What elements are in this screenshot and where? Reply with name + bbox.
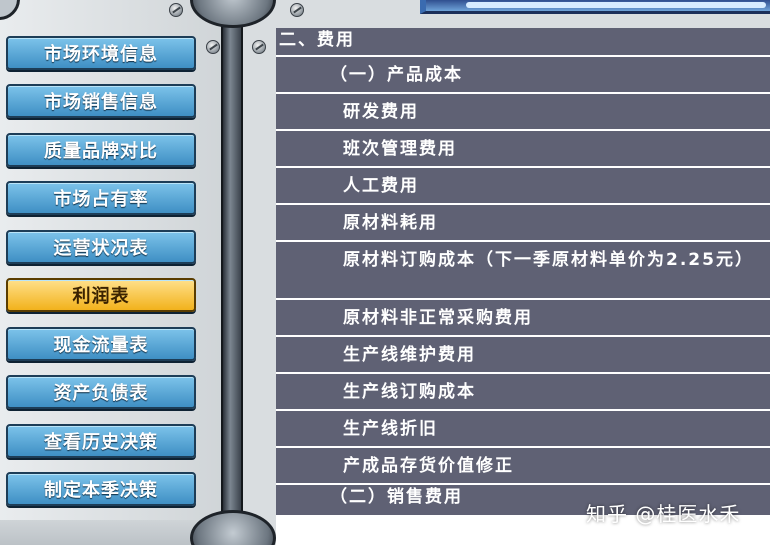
center-pillar xyxy=(221,0,243,545)
menu-button-history-decisions[interactable]: 查看历史决策 xyxy=(6,424,196,458)
menu-button-cash-flow[interactable]: 现金流量表 xyxy=(6,327,196,361)
screw-icon xyxy=(290,3,304,17)
table-row: 研发费用 xyxy=(276,94,770,129)
screw-icon xyxy=(169,3,183,17)
menu-button-profit-statement[interactable]: 利润表 xyxy=(6,278,196,312)
menu-button-market-sales[interactable]: 市场销售信息 xyxy=(6,84,196,118)
table-row: 生产线折旧 xyxy=(276,411,770,446)
screw-icon xyxy=(252,40,266,54)
profit-statement-table: 二、费用 （一）产品成本 研发费用 班次管理费用 人工费用 原材料耗用 原材料订… xyxy=(276,28,770,545)
table-row: 二、费用 xyxy=(276,28,770,55)
corner-decoration-top xyxy=(0,0,20,20)
menu-button-market-share[interactable]: 市场占有率 xyxy=(6,181,196,215)
table-row: 原材料耗用 xyxy=(276,205,770,240)
table-row: 原材料非正常采购费用 xyxy=(276,300,770,335)
table-row: 生产线维护费用 xyxy=(276,337,770,372)
table-row: 生产线订购成本 xyxy=(276,374,770,409)
top-decorative-bar xyxy=(420,0,770,14)
table-row: 班次管理费用 xyxy=(276,131,770,166)
menu-button-make-decision[interactable]: 制定本季决策 xyxy=(6,472,196,506)
menu-button-balance-sheet[interactable]: 资产负债表 xyxy=(6,375,196,409)
table-row: 产成品存货价值修正 xyxy=(276,448,770,483)
menu-button-quality-brand[interactable]: 质量品牌对比 xyxy=(6,133,196,167)
table-row: 原材料订购成本（下一季原材料单价为2.25元） xyxy=(276,242,770,298)
left-menu-panel: 市场环境信息 市场销售信息 质量品牌对比 市场占有率 运营状况表 利润表 现金流… xyxy=(0,0,232,545)
watermark: 知乎 @桂医水禾 xyxy=(586,502,741,526)
table-row: 人工费用 xyxy=(276,168,770,203)
screw-icon xyxy=(206,40,220,54)
menu-button-operations[interactable]: 运营状况表 xyxy=(6,230,196,264)
menu-button-market-environment[interactable]: 市场环境信息 xyxy=(6,36,196,70)
top-bar-glow xyxy=(466,2,766,8)
table-row: （一）产品成本 xyxy=(276,57,770,92)
